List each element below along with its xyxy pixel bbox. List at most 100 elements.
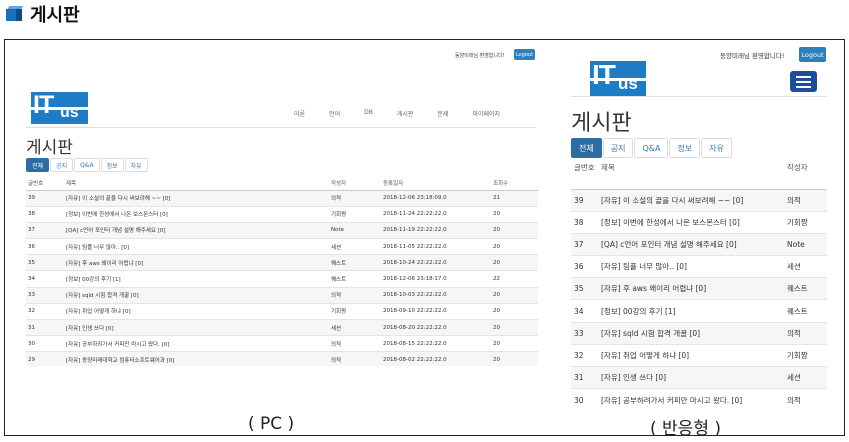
post-title[interactable]: [자유] 후 aws 왜이리 어렵냐 [0] [66,254,331,271]
post-number: 29 [26,351,66,366]
post-title[interactable]: [정보] 이번에 한성에서 나온 보스몬스터 [0] [66,205,331,223]
tab-qna[interactable]: Q&A [74,158,100,172]
logo-us-text: us [618,74,638,93]
logo-it-text: IT [33,92,54,119]
post-title[interactable]: [자유] 동양미래대학교 컴퓨터소프트웨어과 [0] [66,351,331,366]
table-row[interactable]: 33 [자유] sqld 시험 합격 개꿀 [0] 의적 [571,321,827,345]
post-number: 35 [571,277,601,300]
post-views: 20 [493,302,538,320]
tab-notice[interactable]: 공지 [50,158,74,172]
table-row[interactable]: 30 [자유] 공부하려가서 커피만 마시고 왔다. [0] 의적 [571,388,827,411]
post-title[interactable]: [자유] 인생 쓰다 [0] [66,318,331,336]
post-title[interactable]: [정보] 00강의 후기 [1] [601,299,787,323]
table-row[interactable]: 37 [QA] c언어 포인터 개념 설명 해주세요 [0] Note [571,232,827,256]
table-row[interactable]: 35 [자유] 후 aws 왜이리 어렵냐 [0] 퀘스트 [571,277,827,300]
tab-free[interactable]: 자유 [124,158,148,172]
nav-item[interactable]: 마이페이지 [472,109,500,118]
post-number: 32 [571,343,601,367]
tab-all[interactable]: 전체 [571,138,602,158]
page-title: 게시판 [571,111,632,136]
table-row[interactable]: 31 [자유] 인생 쓰다 [0] 세션 2018-08-20 22:22:22.0 2… [26,318,538,336]
nav-item[interactable]: 어론 [294,109,305,118]
table-row[interactable]: 32 [자유] 취업 어떻게 하냐 [0] 기회짱 2018-09-10 22:22:… [26,302,538,320]
tab-info[interactable]: 정보 [669,138,701,158]
post-author: Note [331,221,383,239]
hamburger-menu-icon[interactable] [790,71,817,92]
column-header: 작성자 [331,176,383,191]
post-number: 39 [571,188,601,212]
post-views: 20 [493,254,538,271]
post-title[interactable]: [자유] sqld 시험 합격 개꿀 [0] [66,286,331,304]
tab-free[interactable]: 자유 [701,138,732,158]
cube-icon [6,6,24,22]
table-row[interactable]: 34 [정보] 00강의 후기 [1] 퀘스트 2018-12-06 23:18:17… [26,270,538,288]
table-row[interactable]: 36 [자유] 팀플 너무 많아.. [0] 세션 2018-11-05 22:22:… [26,238,538,255]
tab-notice[interactable]: 공지 [602,138,634,158]
post-number: 34 [26,270,66,288]
post-views: 20 [493,335,538,352]
table-row[interactable]: 38 [정보] 이번에 한성에서 나온 보스몬스터 [0] 기회짱 2018-11-2… [26,205,538,223]
post-title[interactable]: [정보] 00강의 후기 [1] [66,270,331,288]
post-author: 기회짱 [331,205,383,223]
post-number: 36 [26,238,66,255]
nav-item[interactable]: DB [364,109,373,118]
category-tabs: 전체 공지 Q&A 정보 자유 [571,138,733,158]
post-title[interactable]: [자유] 팀플 너무 많아.. [0] [66,238,331,255]
post-author: 기회짱 [787,343,827,367]
post-title[interactable]: [자유] sqld 시험 합격 개꿀 [0] [601,321,787,345]
table-row[interactable]: 35 [자유] 후 aws 왜이리 어렵냐 [0] 퀘스트 2018-10-24 22… [26,254,538,271]
table-row[interactable]: 38 [정보] 이번에 한성에서 나온 보스몬스터 [0] 기회짱 [571,210,827,234]
table-header-row: 글번호 제목 작성자 등록일자 조회수 [26,176,538,191]
post-title[interactable]: [자유] 후 aws 왜이리 어렵냐 [0] [601,277,787,300]
table-row[interactable]: 39 [자유] 이 소설의 끝을 다시 써보려해 ~~ [0] 의적 [571,188,827,212]
post-views: 21 [493,189,538,207]
post-title[interactable]: [자유] 팀플 너무 많아.. [0] [601,255,787,278]
table-row[interactable]: 37 [QA] c언어 포인터 개념 설명 해주세요 [0] Note 2018-11… [26,221,538,239]
post-title[interactable]: [자유] 취업 어떻게 하냐 [0] [66,302,331,320]
nav-item[interactable]: 게시판 [397,109,414,118]
nav-item[interactable]: 문제 [437,109,448,118]
tab-all[interactable]: 전체 [26,158,50,172]
tab-qna[interactable]: Q&A [634,138,669,158]
table-row[interactable]: 32 [자유] 취업 어떻게 하냐 [0] 기회짱 [571,343,827,367]
pc-caption: ( PC ) [248,414,295,434]
post-title[interactable]: [자유] 인생 쓰다 [0] [601,365,787,389]
table-row[interactable]: 30 [자유] 공부하려가서 커피만 마시고 왔다. [0] 의적 2018-08-1… [26,335,538,352]
post-author: 의적 [331,189,383,207]
column-header: 작성자 [787,159,827,190]
post-author: 퀘스트 [331,270,383,288]
table-row[interactable]: 34 [정보] 00강의 후기 [1] 퀘스트 [571,299,827,323]
column-header: 조회수 [493,176,538,191]
document-title: 게시판 [30,5,80,26]
table-row[interactable]: 29 [자유] 동양미래대학교 컴퓨터소프트웨어과 [0] 의적 2018-08-02… [26,351,538,366]
post-date: 2018-09-10 22:22:22.0 [383,302,493,320]
header-divider [26,127,536,128]
itus-logo[interactable]: IT us [590,61,646,96]
logout-button[interactable]: Logout [514,49,535,60]
main-nav: 어론 언어 DB 게시판 문제 마이페이지 [294,109,524,118]
table-row[interactable]: 33 [자유] sqld 시험 합격 개꿀 [0] 의적 2018-10-03 22:… [26,286,538,304]
post-title[interactable]: [자유] 취업 어떻게 하냐 [0] [601,343,787,367]
post-title[interactable]: [QA] c언어 포인터 개념 설명 해주세요 [0] [66,221,331,239]
post-title[interactable]: [정보] 이번에 한성에서 나온 보스몬스터 [0] [601,210,787,234]
post-number: 33 [26,286,66,304]
post-number: 38 [571,210,601,234]
table-row[interactable]: 39 [자유] 이 소설의 끝을 다시 써보려해 ~~ [0] 의적 2018-12-… [26,189,538,207]
itus-logo[interactable]: IT us [31,92,88,124]
post-title[interactable]: [자유] 공부하려가서 커피만 마시고 왔다. [0] [66,335,331,352]
post-title[interactable]: [자유] 이 소설의 끝을 다시 써보려해 ~~ [0] [601,188,787,212]
post-date: 2018-12-06 23:18:09.0 [383,189,493,207]
post-author: 의적 [787,188,827,212]
tab-info[interactable]: 정보 [100,158,124,172]
post-number: 31 [26,318,66,336]
post-title[interactable]: [자유] 공부하려가서 커피만 마시고 왔다. [0] [601,388,787,411]
table-header-row: 글번호 제목 작성자 [571,159,827,190]
post-title[interactable]: [자유] 이 소설의 끝을 다시 써보려해 ~~ [0] [66,189,331,207]
nav-item[interactable]: 언어 [329,109,340,118]
logout-button[interactable]: Logout [799,47,826,62]
logo-bar [31,107,88,110]
mobile-caption: ( 반응형 ) [650,419,721,439]
table-row[interactable]: 36 [자유] 팀플 너무 많아.. [0] 세션 [571,255,827,278]
post-title[interactable]: [QA] c언어 포인터 개념 설명 해주세요 [0] [601,232,787,256]
table-row[interactable]: 31 [자유] 인생 쓰다 [0] 세션 [571,365,827,389]
